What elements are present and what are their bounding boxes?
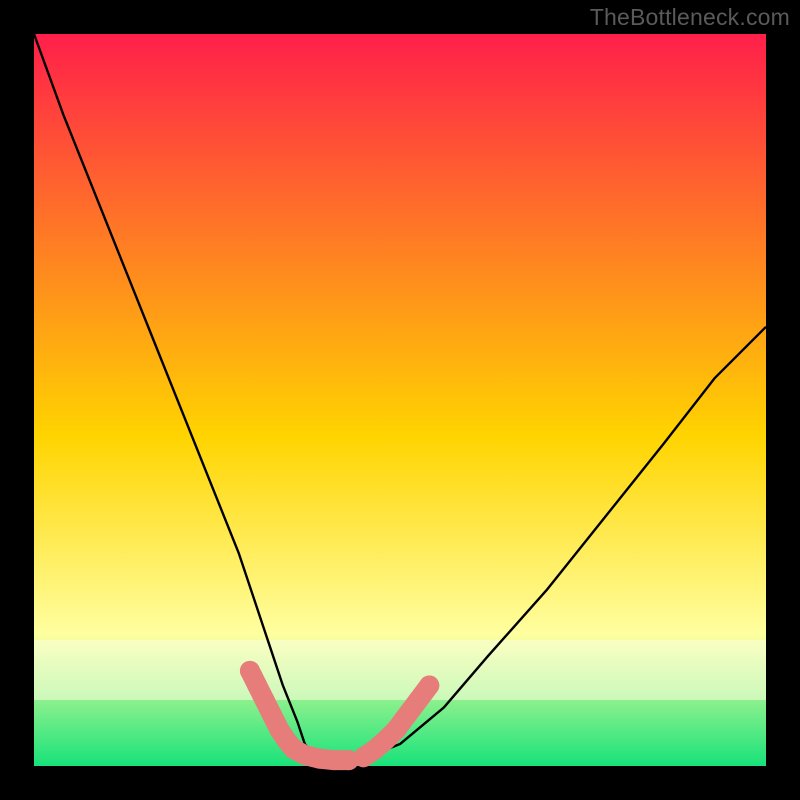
watermark-text: TheBottleneck.com <box>590 4 790 31</box>
plot-highlight-band <box>34 640 766 700</box>
bottleneck-chart-svg <box>0 0 800 800</box>
high-side-cluster-point <box>419 675 439 695</box>
chart-container: TheBottleneck.com <box>0 0 800 800</box>
